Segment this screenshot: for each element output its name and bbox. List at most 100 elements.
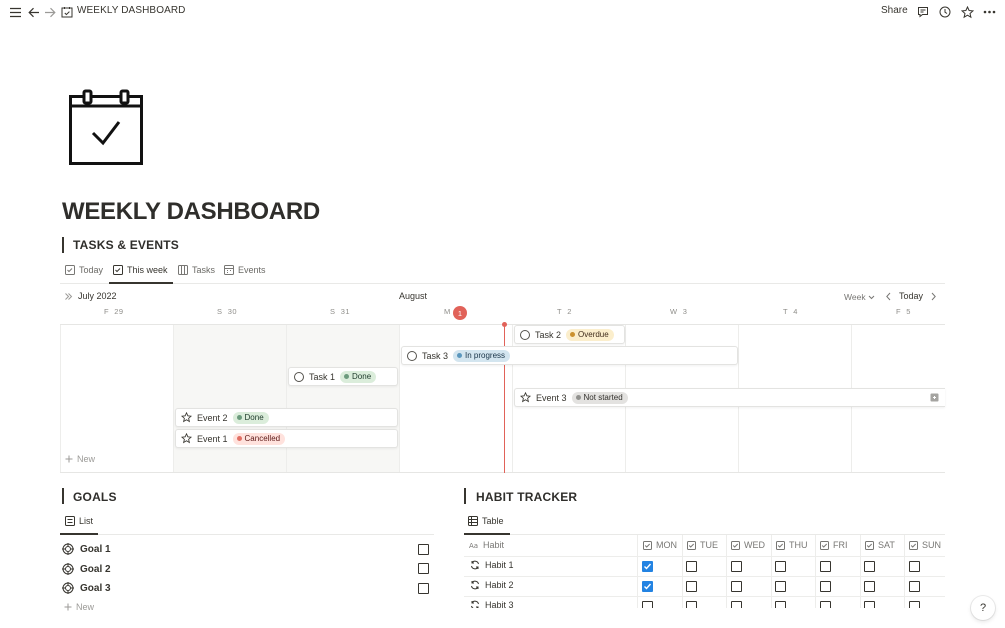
checkbox-property-icon (687, 540, 696, 550)
column-header-thu[interactable]: THU (776, 540, 808, 550)
habit-row-name[interactable]: Habit 3 (470, 600, 514, 608)
habit-checkbox[interactable] (820, 561, 831, 572)
tab-habit-table[interactable]: Table (468, 516, 504, 526)
tab-tasks-label: Tasks (192, 265, 216, 275)
help-button[interactable]: ? (971, 596, 995, 620)
target-icon (62, 543, 74, 555)
habit-checkbox[interactable] (864, 601, 875, 608)
checkbox-property-icon (865, 540, 874, 550)
goal-checkbox[interactable] (418, 583, 429, 594)
goal-checkbox[interactable] (418, 544, 429, 555)
habit-checkbox[interactable] (686, 561, 697, 572)
table-row-divider (464, 576, 945, 577)
day-column-weekend[interactable] (287, 324, 400, 473)
column-header-sat[interactable]: SAT (865, 540, 895, 550)
habit-checkbox[interactable] (642, 581, 653, 592)
habit-row-name[interactable]: Habit 2 (470, 580, 514, 590)
text-property-icon: Aa (469, 542, 478, 549)
column-header-tue[interactable]: TUE (687, 540, 718, 550)
day-label-t2: T 2 (557, 307, 572, 316)
star-icon[interactable] (959, 4, 975, 20)
habit-checkbox[interactable] (775, 601, 786, 608)
calendar-item-task-3[interactable]: Task 3 In progress (401, 346, 738, 365)
habit-checkbox[interactable] (864, 561, 875, 572)
habit-checkbox[interactable] (731, 581, 742, 592)
tab-tasks[interactable]: Tasks (178, 265, 215, 275)
column-header-fri[interactable]: FRI (820, 540, 848, 550)
breadcrumb-title[interactable]: WEEKLY DASHBOARD (77, 5, 185, 16)
habit-row-name[interactable]: Habit 1 (470, 560, 514, 570)
habit-checkbox[interactable] (775, 561, 786, 572)
more-icon[interactable] (981, 4, 997, 20)
view-select[interactable]: Week (844, 292, 875, 302)
tab-events-label: Events (238, 265, 266, 275)
checkbox-property-icon (909, 540, 918, 550)
menu-icon[interactable] (7, 4, 23, 20)
goal-checkbox[interactable] (418, 563, 429, 574)
column-header-sun[interactable]: SUN (909, 540, 941, 550)
item-title: Event 2 (197, 412, 228, 423)
habit-checkbox[interactable] (864, 581, 875, 592)
habit-checkbox[interactable] (642, 561, 653, 572)
habit-checkbox[interactable] (909, 581, 920, 592)
habit-checkbox[interactable] (820, 601, 831, 608)
checkbox-property-icon (820, 540, 829, 550)
calendar-item-task-2[interactable]: Task 2 Overdue (514, 325, 625, 344)
collapse-chevron-icon[interactable] (64, 292, 73, 301)
back-arrow-icon[interactable] (26, 4, 42, 20)
goal-item[interactable]: Goal 1 (62, 543, 111, 555)
calendar-item-task-1[interactable]: Task 1 Done (288, 367, 398, 386)
tasks-events-heading: TASKS & EVENTS (73, 238, 179, 252)
day-column-weekend[interactable] (174, 324, 287, 473)
column-header-habit[interactable]: Aa Habit (469, 540, 504, 550)
tab-habit-table-label: Table (482, 516, 504, 526)
habit-checkbox[interactable] (686, 581, 697, 592)
forward-arrow-icon[interactable] (42, 4, 58, 20)
column-header-mon[interactable]: MON (643, 540, 677, 550)
new-label: New (76, 602, 95, 612)
tab-events[interactable]: Events (224, 265, 266, 275)
tab-goals-list[interactable]: List (65, 516, 93, 526)
plus-icon (65, 455, 73, 463)
today-button[interactable]: Today (899, 291, 923, 301)
item-title: Event 1 (197, 433, 228, 444)
new-label: New (77, 454, 96, 464)
day-column[interactable] (60, 324, 174, 473)
habit-checkbox[interactable] (642, 601, 653, 608)
habit-checkbox[interactable] (731, 601, 742, 608)
habit-checkbox[interactable] (731, 561, 742, 572)
prev-week-icon[interactable] (885, 292, 892, 301)
habit-checkbox[interactable] (820, 581, 831, 592)
habit-checkbox[interactable] (909, 561, 920, 572)
calendar-item-event-1[interactable]: Event 1 Cancelled (175, 429, 398, 448)
item-title: Task 2 (535, 329, 562, 340)
tabs-divider (60, 534, 434, 535)
habit-checkbox[interactable] (686, 601, 697, 608)
calendar-item-event-2[interactable]: Event 2 Done (175, 408, 398, 427)
habit-checkbox[interactable] (909, 601, 920, 608)
calendar-item-event-3[interactable]: Event 3 Not started (514, 388, 945, 407)
goals-heading: GOALS (73, 490, 117, 504)
tabs-divider (60, 283, 945, 284)
star-icon (181, 433, 192, 444)
day-label-s31: S 31 (330, 307, 351, 316)
habit-checkbox[interactable] (775, 581, 786, 592)
calendar-new-button[interactable]: New (65, 454, 95, 464)
status-badge: Done (232, 411, 269, 424)
active-tab-indicator (464, 533, 510, 535)
status-dot-icon (575, 395, 581, 400)
share-button[interactable]: Share (881, 5, 908, 16)
open-item-icon[interactable] (930, 393, 939, 402)
next-week-icon[interactable] (930, 292, 937, 301)
item-title: Task 3 (422, 350, 449, 361)
tab-this-week[interactable]: This week (113, 265, 168, 275)
list-icon (65, 516, 75, 526)
comment-icon[interactable] (915, 4, 931, 20)
history-icon[interactable] (937, 4, 953, 20)
goals-new-button[interactable]: New (64, 602, 94, 612)
goal-item[interactable]: Goal 2 (62, 563, 111, 575)
status-badge: Done (340, 370, 377, 383)
tab-today[interactable]: Today (65, 265, 103, 275)
goal-item[interactable]: Goal 3 (62, 582, 111, 594)
column-header-wed[interactable]: WED (731, 540, 765, 550)
